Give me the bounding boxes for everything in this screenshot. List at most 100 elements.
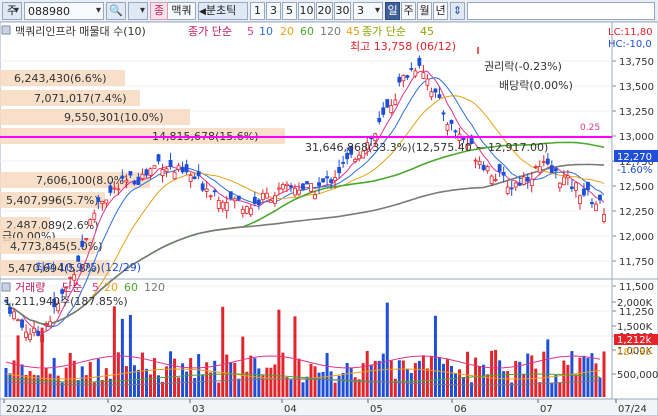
volume-bar xyxy=(68,352,72,397)
candle-body xyxy=(602,214,606,222)
candle-body xyxy=(192,176,197,180)
ma10-legend: 10 xyxy=(259,25,273,38)
interval-custom-input[interactable]: 3 xyxy=(353,2,383,20)
volume-bar xyxy=(100,379,104,397)
updown-button[interactable]: ⇕ xyxy=(450,2,465,20)
volume-bar xyxy=(301,382,305,397)
candle-body xyxy=(12,311,16,320)
candle-body xyxy=(220,201,225,210)
candle-body xyxy=(561,176,566,186)
volume-bar xyxy=(181,363,185,397)
volume-profile-label: 7,071,017(7.4%) xyxy=(34,92,127,105)
volume-bar xyxy=(421,355,425,397)
period-year-button[interactable]: 년 xyxy=(433,2,448,20)
panel-collapse-icon[interactable] xyxy=(1,25,11,35)
interval-10-button[interactable]: 10 xyxy=(298,2,315,20)
interval-5-button[interactable]: 5 xyxy=(282,2,297,20)
candle-body xyxy=(100,201,105,205)
chart-area[interactable]: 6,243,430(6.6%) 7,071,017(7.4%) 9,550,301(… xyxy=(0,22,658,416)
volume-bar xyxy=(474,357,478,397)
volume-bar xyxy=(152,358,156,397)
rights-marker: 권리락(-0.23%) xyxy=(484,60,562,73)
candle-body xyxy=(72,274,77,281)
volume-bar xyxy=(538,382,542,397)
stock-code-field[interactable] xyxy=(25,3,103,19)
volume-bar xyxy=(157,375,161,397)
period-tick-label: 분초틱 xyxy=(205,4,237,17)
volume-collapse-icon[interactable] xyxy=(1,282,11,292)
candle-body xyxy=(513,182,518,188)
period-month-button[interactable]: 월 xyxy=(417,2,432,20)
candle-body xyxy=(68,276,73,279)
interval-3-label: 3 xyxy=(270,4,277,17)
period-week-button[interactable]: 주 xyxy=(401,2,416,20)
volume-bar xyxy=(530,355,534,397)
candle-body xyxy=(228,191,233,199)
interval-3-button[interactable]: 3 xyxy=(266,2,281,20)
volume-bar xyxy=(329,371,333,397)
candle-body xyxy=(152,165,157,169)
candle-body xyxy=(232,198,237,202)
period-week-label: 주 xyxy=(403,4,414,17)
candle-body xyxy=(8,306,12,314)
stock-code-input[interactable] xyxy=(24,2,104,20)
x-axis-label: 2022/12 xyxy=(6,404,48,415)
interval-30-button[interactable]: 30 xyxy=(334,2,351,20)
period-tick-button[interactable]: ◀분초틱 xyxy=(198,2,248,20)
candle-body xyxy=(44,324,49,326)
search-button[interactable]: 🔍 xyxy=(106,2,126,20)
chart-type-select[interactable]: 주 xyxy=(2,2,22,20)
dividend-marker: 배당락(0.00%) xyxy=(499,79,573,92)
chart-type-label: 주 xyxy=(6,4,18,17)
volume-bar xyxy=(24,375,28,397)
candle-body xyxy=(397,76,402,83)
volume-bar xyxy=(241,336,245,397)
volume-title: 거래량 xyxy=(15,281,45,294)
volume-bar xyxy=(88,362,92,397)
candle-body xyxy=(541,161,546,164)
volume-bar xyxy=(377,360,381,397)
volume-bar xyxy=(165,366,169,397)
candle-body xyxy=(124,179,129,183)
volume-bar xyxy=(297,358,301,397)
candle-body xyxy=(96,197,101,202)
candle-body xyxy=(208,195,213,198)
volume-bar xyxy=(8,373,12,397)
interval-20-button[interactable]: 20 xyxy=(316,2,333,20)
volume-bar xyxy=(425,368,429,397)
volume-bar xyxy=(441,363,445,397)
candle-body xyxy=(32,327,36,333)
volume-bar xyxy=(385,302,389,397)
period-day-button[interactable]: 일 xyxy=(385,2,400,20)
volume-bar xyxy=(590,353,594,397)
vol-ma120-legend: 120 xyxy=(144,281,165,294)
candle-body xyxy=(176,165,181,170)
candle-body xyxy=(545,158,550,165)
candle-body xyxy=(521,176,526,185)
chart-svg[interactable]: 6,243,430(6.6%) 7,071,017(7.4%) 9,550,301(… xyxy=(0,22,658,416)
volume-bar xyxy=(554,374,558,397)
candle-body xyxy=(505,186,510,194)
volume-bar xyxy=(522,374,526,397)
candle-body xyxy=(204,188,209,192)
volume-bar xyxy=(586,358,590,397)
stock-badge-label: 종 xyxy=(153,4,165,17)
volume-bar xyxy=(445,359,449,397)
candle-body xyxy=(421,72,426,79)
candle-body xyxy=(260,192,265,201)
candle-body xyxy=(293,188,297,196)
volume-bar xyxy=(534,368,538,397)
candle-body xyxy=(196,171,201,177)
volume-bar xyxy=(413,363,417,397)
candle-body xyxy=(172,171,177,180)
volume-bar xyxy=(28,371,32,397)
volume-bar xyxy=(40,327,44,397)
interval-1-button[interactable]: 1 xyxy=(250,2,265,20)
volume-bar xyxy=(44,367,48,397)
candle-body xyxy=(132,180,137,185)
candle-body xyxy=(224,202,229,211)
candle-body xyxy=(586,181,590,191)
search-options-button[interactable] xyxy=(128,2,148,20)
stock-name[interactable]: 맥쿼 xyxy=(168,2,196,20)
volume-bar xyxy=(229,362,233,397)
